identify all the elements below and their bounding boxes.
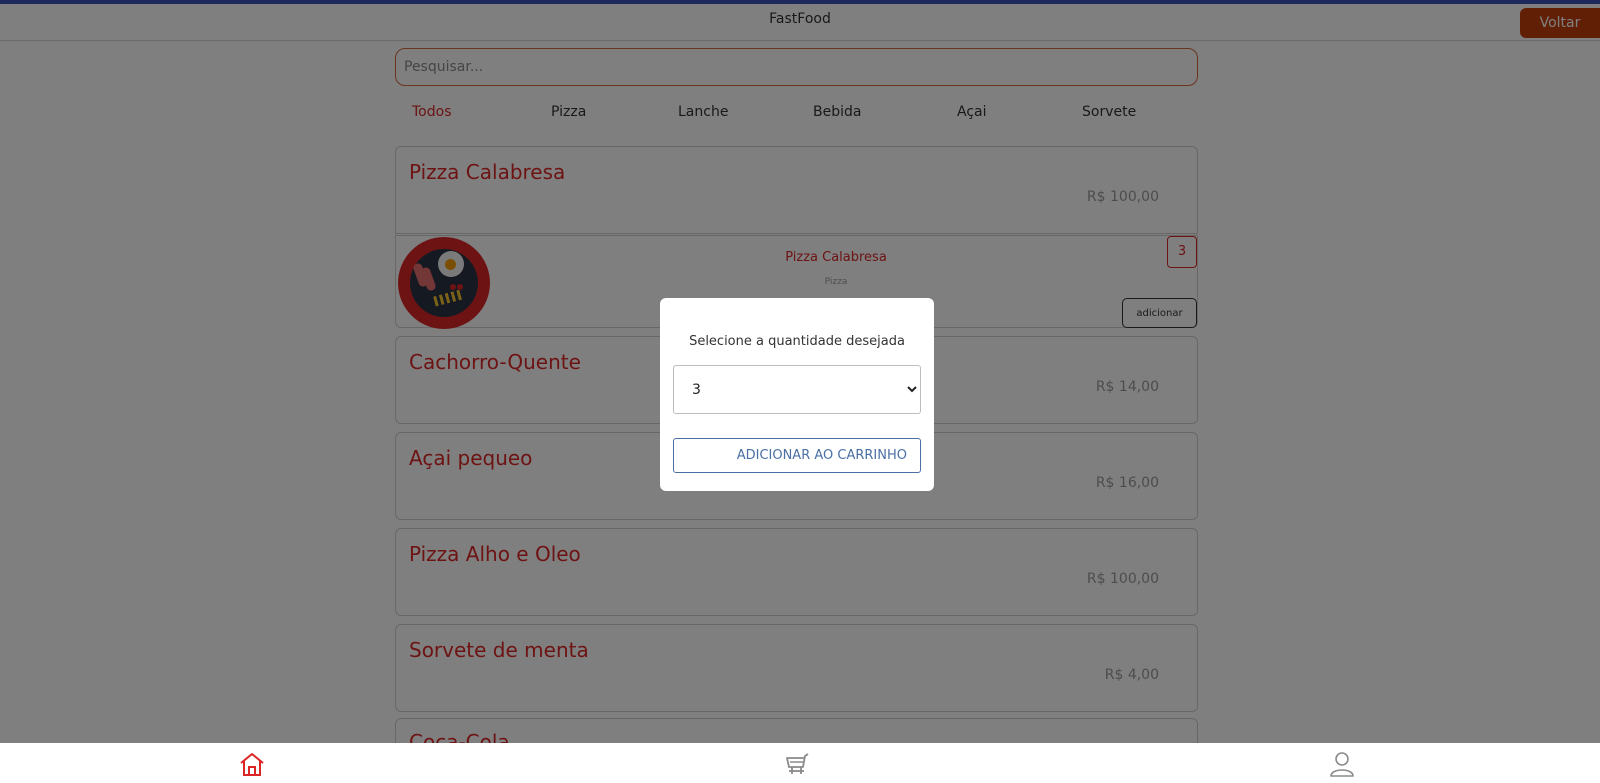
quantity-select[interactable]: 3	[673, 365, 921, 414]
bottom-nav	[0, 743, 1600, 783]
quantity-modal: Selecione a quantidade desejada 3 ADICIO…	[660, 298, 934, 491]
nav-cart[interactable]	[782, 751, 812, 779]
add-to-cart-button[interactable]: ADICIONAR AO CARRINHO	[673, 438, 921, 473]
modal-title: Selecione a quantidade desejada	[689, 334, 905, 349]
user-icon	[1330, 752, 1354, 777]
cart-icon	[786, 753, 809, 774]
nav-home[interactable]	[237, 751, 267, 779]
nav-profile[interactable]	[1327, 751, 1357, 779]
home-icon	[240, 753, 264, 776]
